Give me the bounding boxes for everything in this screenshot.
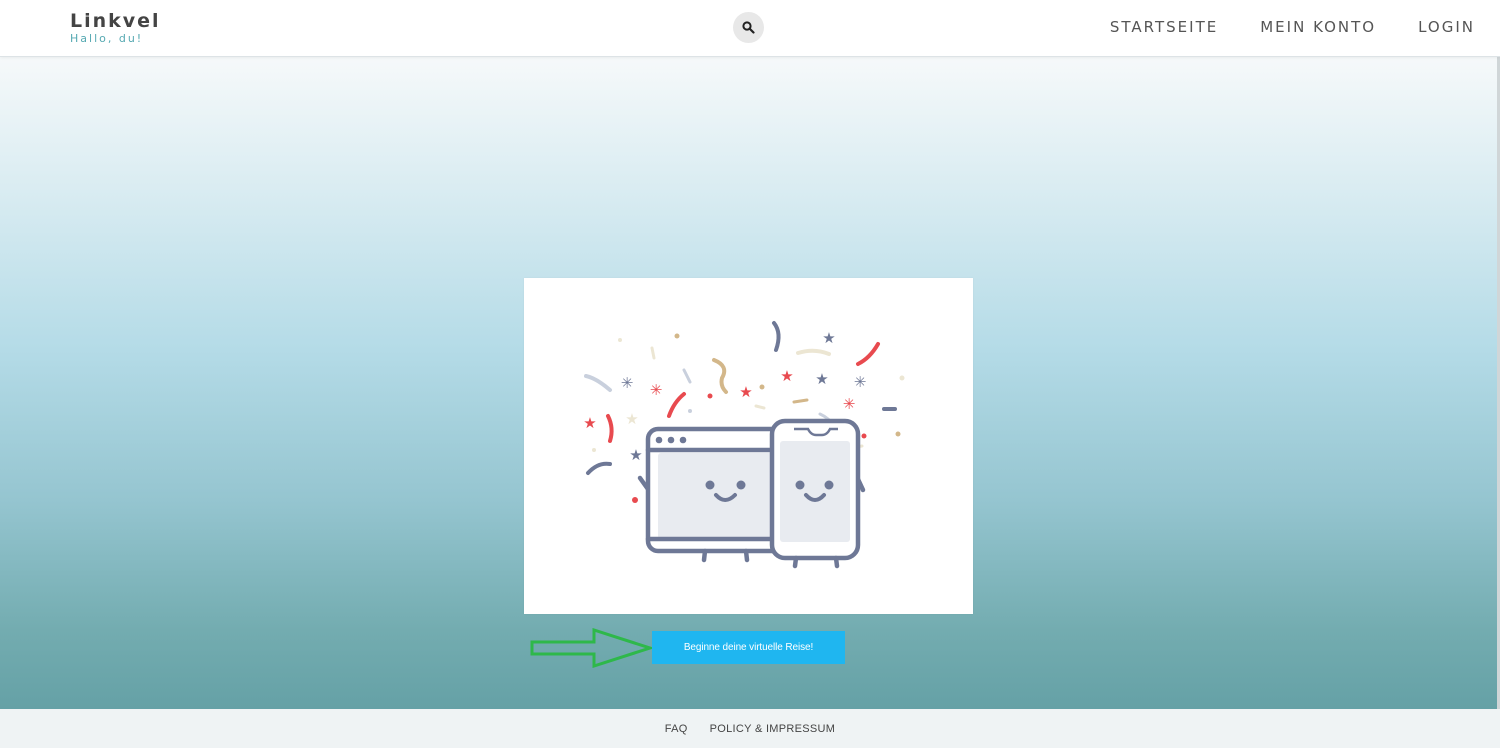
svg-text:★: ★ xyxy=(739,383,752,401)
nav-startseite[interactable]: STARTSEITE xyxy=(1110,18,1218,36)
svg-text:★: ★ xyxy=(583,414,596,432)
phone-character xyxy=(769,418,866,569)
start-journey-button[interactable]: Beginne deine virtuelle Reise! xyxy=(652,631,845,664)
brand-logo[interactable]: Linkvel Hallo, du! xyxy=(70,10,161,46)
svg-text:★: ★ xyxy=(822,329,835,347)
svg-text:★: ★ xyxy=(629,446,642,464)
celebration-illustration: ✳ ✳ ★ ★ ★ ✳ ★ ★ ★ ✳ ★ xyxy=(583,321,905,569)
hero-section: ✳ ✳ ★ ★ ★ ✳ ★ ★ ★ ✳ ★ Beginne deine virt… xyxy=(0,57,1500,709)
nav-mein-konto[interactable]: MEIN KONTO xyxy=(1260,18,1376,36)
top-header: Linkvel Hallo, du! STARTSEITE MEIN KONTO… xyxy=(0,0,1500,57)
illustration-card: ✳ ✳ ★ ★ ★ ✳ ★ ★ ★ ✳ ★ xyxy=(524,278,973,614)
svg-text:★: ★ xyxy=(815,370,828,388)
svg-text:✳: ✳ xyxy=(650,381,663,399)
footer: FAQ POLICY & IMPRESSUM xyxy=(0,709,1500,748)
svg-text:★: ★ xyxy=(625,410,638,428)
footer-link-policy-impressum[interactable]: POLICY & IMPRESSUM xyxy=(710,723,836,735)
browser-character xyxy=(637,426,791,563)
search-icon xyxy=(742,21,755,34)
nav-login[interactable]: LOGIN xyxy=(1418,18,1475,36)
svg-text:✳: ✳ xyxy=(621,374,634,392)
main-nav: STARTSEITE MEIN KONTO LOGIN xyxy=(1110,18,1475,36)
green-arrow-right-icon xyxy=(530,628,655,668)
brand-tagline: Hallo, du! xyxy=(70,32,144,45)
search-button[interactable] xyxy=(733,12,764,43)
svg-text:✳: ✳ xyxy=(843,395,856,413)
brand-name: Linkvel xyxy=(70,10,161,32)
svg-text:✳: ✳ xyxy=(854,373,867,391)
footer-link-faq[interactable]: FAQ xyxy=(665,723,688,735)
svg-text:★: ★ xyxy=(780,367,793,385)
